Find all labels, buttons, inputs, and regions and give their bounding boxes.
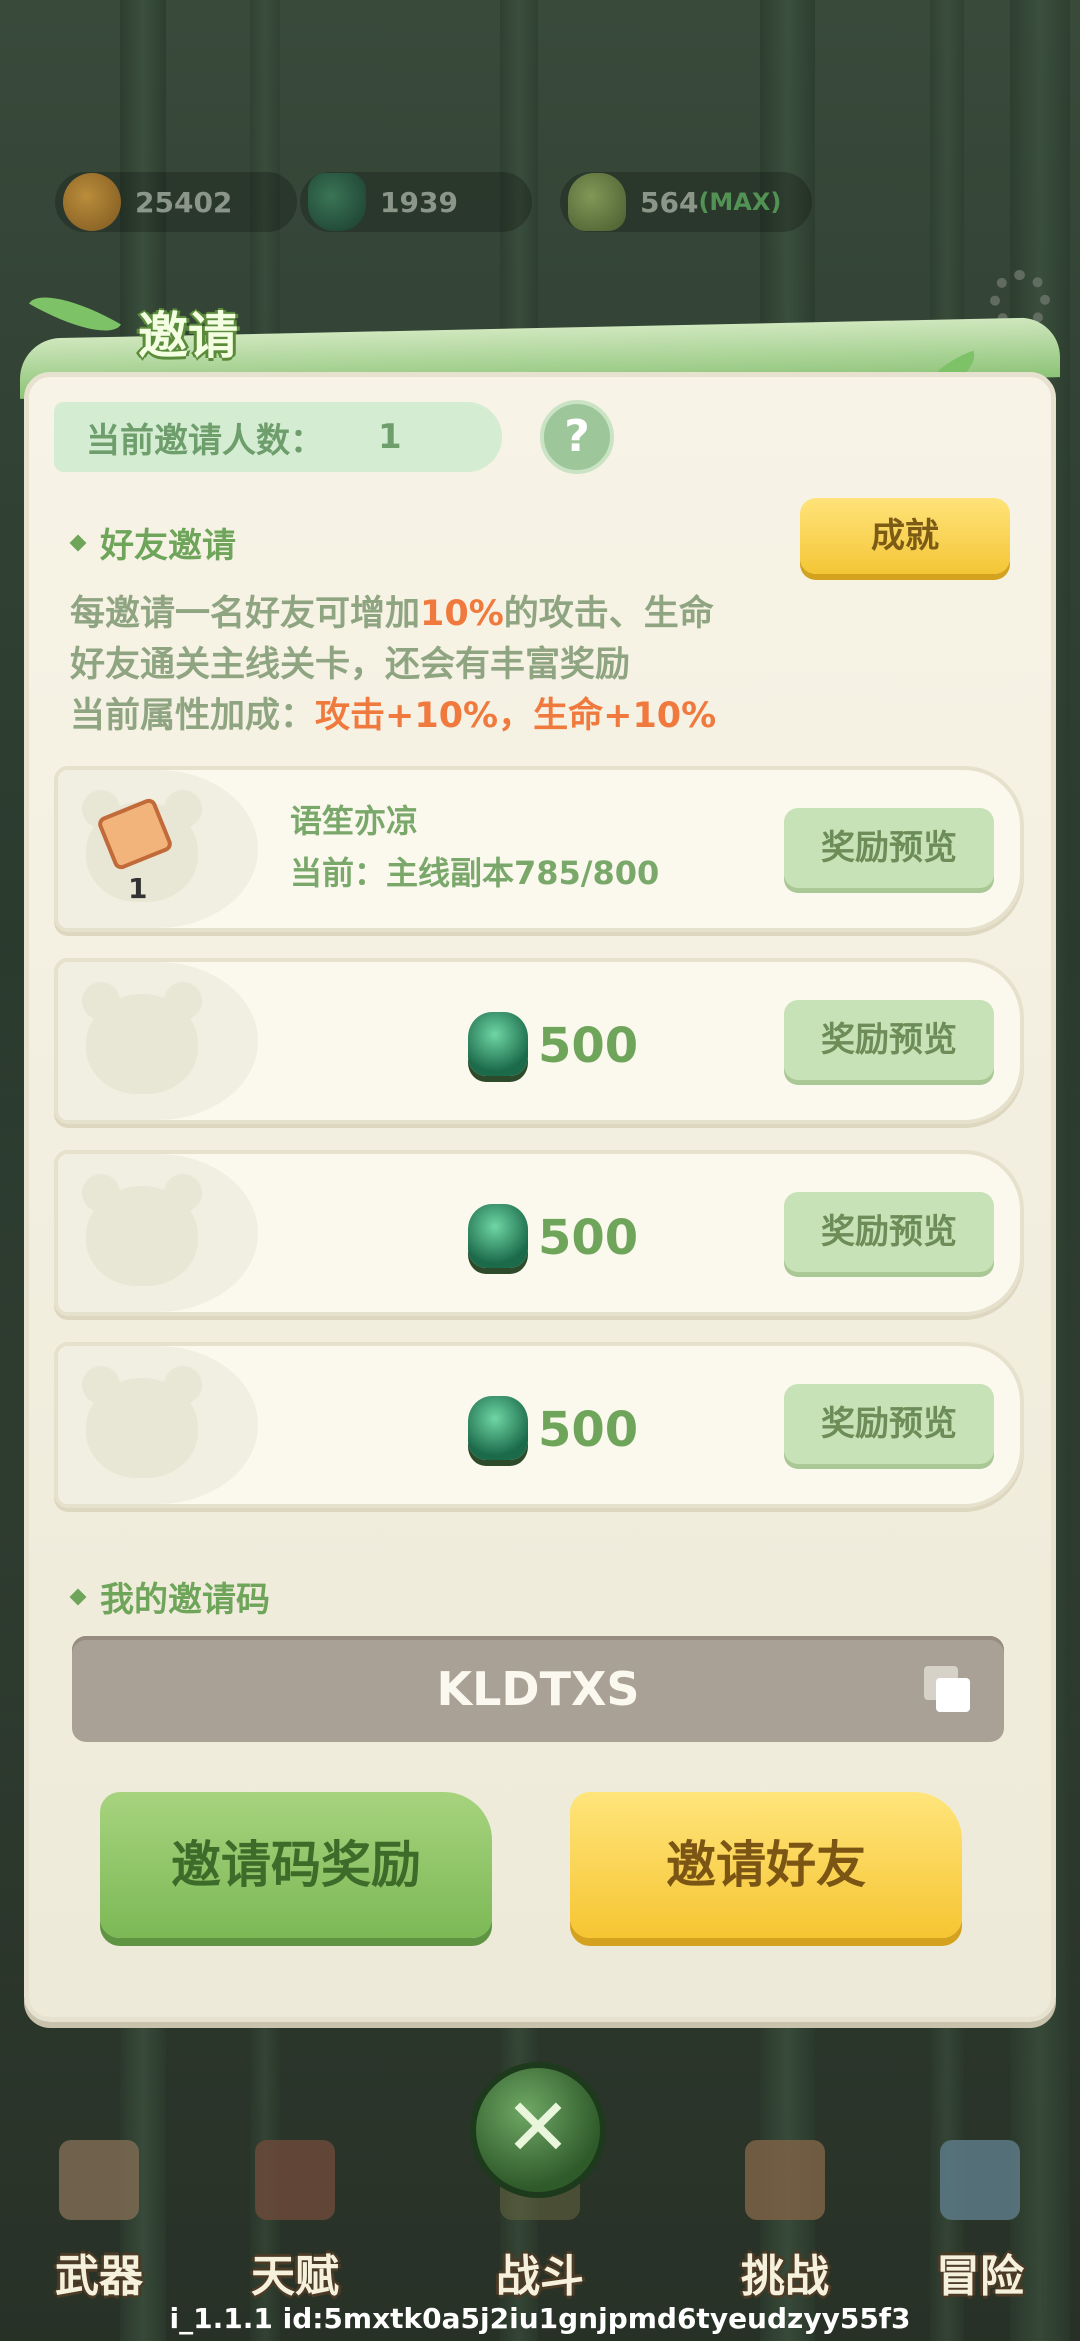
gem-icon: [308, 173, 366, 231]
bamboo-shoot-max: (MAX): [698, 188, 782, 216]
invite-description-line-2: 好友通关主线关卡，还会有丰富奖励: [70, 645, 631, 685]
invite-count-label: 当前邀请人数：: [86, 420, 324, 461]
invite-description-line-1: 每邀请一名好友可增加10%的攻击、生命: [70, 585, 714, 636]
bamboo-shoot-icon: [568, 173, 626, 231]
bamboo-shoot-value: 564: [640, 185, 699, 219]
nav-weapon[interactable]: 武器: [24, 2140, 174, 2302]
invite-friend-button[interactable]: 邀请好友: [570, 1792, 962, 1938]
nav-label: 武器: [55, 2251, 143, 2302]
desc-text: 每邀请一名好友可增加: [70, 594, 421, 634]
version-id-text: i_1.1.1 id:5mxtk0a5j2iu1gnjpmd6tyeudzyy5…: [169, 2302, 911, 2335]
panel-title: 邀请: [138, 307, 238, 365]
nav-label: 挑战: [741, 2251, 829, 2302]
gem-reward-amount: 500: [538, 1210, 639, 1266]
diamond-bullet-icon: [69, 534, 87, 551]
current-bonus-line: 当前属性加成：攻击+10%，生命+10%: [70, 687, 716, 738]
gem-counter: 1939: [300, 172, 532, 232]
friend-invite-label: 好友邀请: [100, 526, 236, 566]
nav-label: 冒险: [936, 2251, 1024, 2302]
nav-talent[interactable]: 天赋: [220, 2140, 370, 2302]
invite-row-empty: 500 奖励预览: [54, 958, 1024, 1124]
invite-code-reward-button[interactable]: 邀请码奖励: [100, 1792, 492, 1938]
paw-coin-icon: [63, 173, 121, 231]
gem-icon: [468, 1012, 528, 1076]
desc-highlight: 10%: [420, 594, 504, 634]
bonus-value: 攻击+10%，生命+10%: [315, 696, 717, 736]
gem-value: 1939: [380, 185, 458, 219]
friend-progress: 当前：主线副本785/800: [290, 854, 660, 892]
ticket-count: 1: [128, 872, 148, 905]
friend-invite-section-title: 好友邀请: [69, 518, 236, 567]
close-button[interactable]: ✕: [470, 2062, 606, 2198]
help-button[interactable]: ?: [540, 400, 614, 474]
gem-icon: [468, 1396, 528, 1460]
invite-row-empty: 500 奖励预览: [54, 1342, 1024, 1508]
nav-challenge[interactable]: 挑战: [710, 2140, 860, 2302]
bear-silhouette-icon: [82, 1366, 202, 1478]
bear-silhouette-icon: [82, 982, 202, 1094]
paw-coin-value: 25402: [135, 185, 233, 219]
friend-name: 语笙亦凉: [290, 802, 419, 840]
nav-adventure[interactable]: 冒险: [905, 2140, 1055, 2302]
copy-icon[interactable]: [924, 1666, 970, 1712]
reward-preview-button[interactable]: 奖励预览: [784, 1192, 994, 1272]
invite-code-value: KLDTXS: [436, 1662, 640, 1716]
axe-icon: [59, 2140, 139, 2220]
diamond-bullet-icon: [69, 1588, 87, 1605]
invite-row-empty: 500 奖励预览: [54, 1150, 1024, 1316]
bonus-label: 当前属性加成：: [70, 696, 316, 736]
invite-row-friend: 1 语笙亦凉 当前：主线副本785/800 奖励预览: [54, 766, 1024, 932]
stump-icon: [745, 2140, 825, 2220]
gem-icon: [468, 1204, 528, 1268]
reward-preview-button[interactable]: 奖励预览: [784, 808, 994, 888]
invite-code-label: 我的邀请码: [100, 1580, 270, 1620]
invite-code-box[interactable]: KLDTXS: [72, 1636, 1004, 1742]
map-icon: [940, 2140, 1020, 2220]
achievement-button[interactable]: 成就: [800, 498, 1010, 574]
bamboo-shoot-counter: 564 (MAX): [560, 172, 812, 232]
nav-label: 天赋: [251, 2251, 339, 2302]
paw-coin-counter: 25402: [55, 172, 297, 232]
book-icon: [255, 2140, 335, 2220]
invite-count-value: 1: [378, 417, 402, 457]
bear-silhouette-icon: [82, 1174, 202, 1286]
nav-label: 战斗: [496, 2251, 584, 2302]
reward-preview-button[interactable]: 奖励预览: [784, 1384, 994, 1464]
desc-text: 的攻击、生命: [503, 594, 714, 634]
gem-reward-amount: 500: [538, 1402, 639, 1458]
gem-reward-amount: 500: [538, 1018, 639, 1074]
invite-code-section-title: 我的邀请码: [69, 1572, 270, 1621]
invite-count-pill: 当前邀请人数： 1: [54, 402, 502, 472]
reward-preview-button[interactable]: 奖励预览: [784, 1000, 994, 1080]
